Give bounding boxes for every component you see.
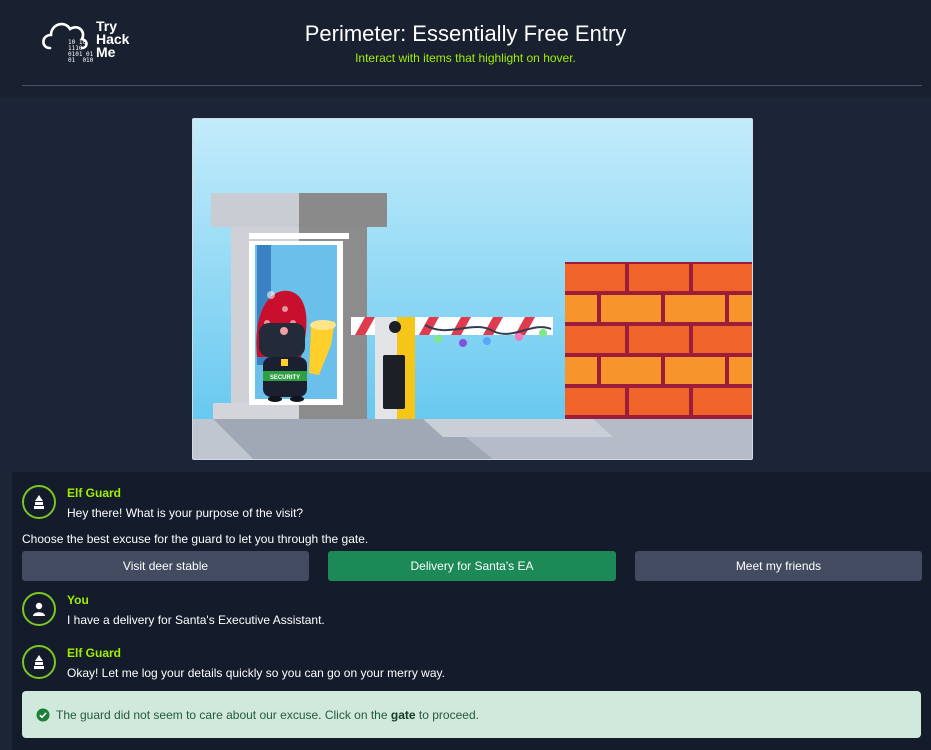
speaker-name: Elf Guard xyxy=(67,646,122,660)
brick xyxy=(601,295,661,322)
choice-delivery-santas-ea[interactable]: Delivery for Santa's EA xyxy=(328,551,616,581)
success-alert: The guard did not seem to care about our… xyxy=(22,691,921,738)
brick xyxy=(629,388,689,415)
message-text: Okay! Let me log your details quickly so… xyxy=(67,666,445,680)
page-subtitle: Interact with items that highlight on ho… xyxy=(355,51,576,65)
check-circle-icon xyxy=(36,708,50,721)
choice-visit-deer-stable[interactable]: Visit deer stable xyxy=(22,551,309,581)
choice-instruction: Choose the best excuse for the guard to … xyxy=(22,532,369,546)
brick xyxy=(693,326,752,353)
alert-text-after: to proceed. xyxy=(418,707,479,722)
gate-barrier[interactable] xyxy=(351,317,553,419)
choice-meet-my-friends[interactable]: Meet my friends xyxy=(635,551,922,581)
user-icon xyxy=(33,602,45,616)
header-divider xyxy=(22,85,922,86)
elf-guard-icon xyxy=(34,495,44,509)
alert-text-before: The guard did not seem to care about our… xyxy=(56,707,388,722)
brick xyxy=(665,295,725,322)
page-header: 10 10 1110 0101 01 01 010 Try Hack Me Perim… xyxy=(0,0,931,98)
dialog-panel: Elf Guard Hey there! What is your purpos… xyxy=(12,472,931,750)
page-title: Perimeter: Essentially Free Entry xyxy=(304,21,627,46)
security-badge: SECURITY xyxy=(270,375,300,381)
brick xyxy=(693,388,752,415)
brick xyxy=(729,295,752,322)
speaker-name: Elf Guard xyxy=(67,486,122,500)
brick xyxy=(565,357,597,384)
brick xyxy=(565,264,625,291)
brick xyxy=(601,357,661,384)
brick xyxy=(729,357,752,384)
brick xyxy=(629,326,689,353)
elf-guard-icon xyxy=(34,655,44,669)
speaker-name: You xyxy=(67,593,89,607)
brick xyxy=(565,388,625,415)
brick xyxy=(565,295,597,322)
message-text: I have a delivery for Santa's Executive … xyxy=(67,613,325,627)
message-text: Hey there! What is your purpose of the v… xyxy=(67,506,304,520)
brick-wall xyxy=(565,262,752,419)
elf-guard-avatar xyxy=(22,645,56,679)
gate-link[interactable]: gate xyxy=(391,708,416,722)
elf-guard-avatar xyxy=(22,485,56,519)
scene-illustration: SECURITY xyxy=(192,118,753,460)
ground xyxy=(193,419,752,459)
brick xyxy=(629,264,689,291)
user-avatar xyxy=(22,592,56,626)
brick xyxy=(665,357,725,384)
brick xyxy=(565,326,625,353)
brick xyxy=(693,264,752,291)
